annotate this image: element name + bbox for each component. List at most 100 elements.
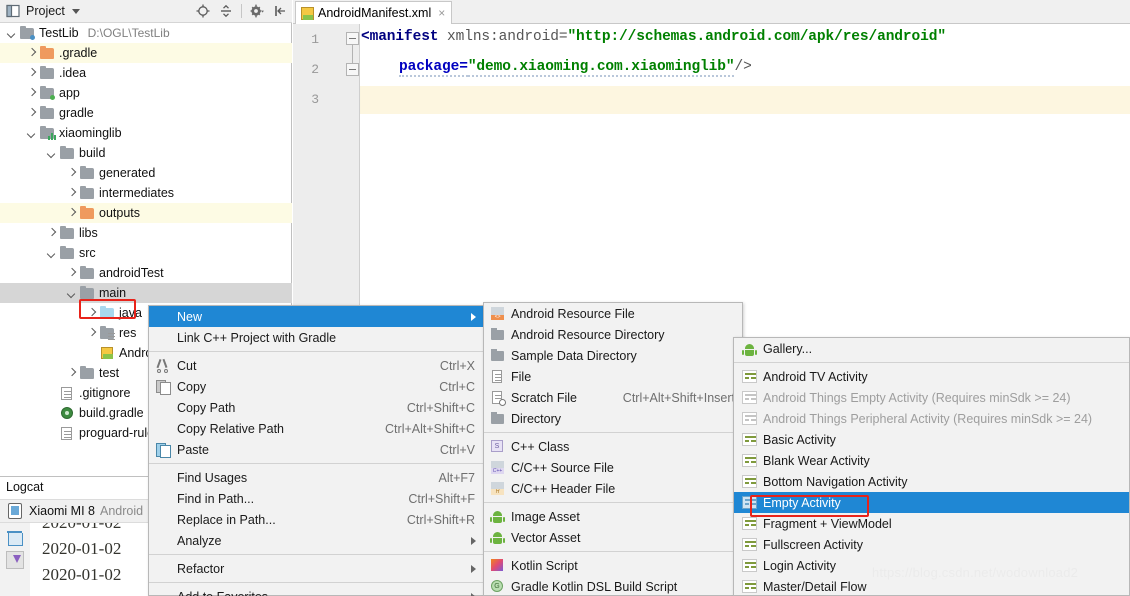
project-panel-title: Project	[26, 4, 65, 18]
android-resource-file-icon: <>	[490, 306, 505, 321]
menu-item-label: C/C++ Source File	[511, 460, 614, 475]
chevron-right-icon[interactable]	[66, 188, 77, 199]
menu-item-refactor[interactable]: Refactor	[149, 558, 484, 579]
chevron-down-icon[interactable]	[6, 28, 17, 39]
menu-item-c-c++-header-file[interactable]: H C/C++ Header File	[484, 478, 742, 499]
tree-item-gradle[interactable]: .gradle	[0, 43, 292, 63]
menu-item-scratch-file[interactable]: Scratch File Ctrl+Alt+Shift+Insert	[484, 387, 742, 408]
tree-item-idea[interactable]: .idea	[0, 63, 292, 83]
menu-item-blank-wear-activity[interactable]: Blank Wear Activity	[734, 450, 1129, 471]
chevron-right-icon[interactable]	[66, 168, 77, 179]
menu-item-copy[interactable]: Copy Ctrl+C	[149, 376, 484, 397]
menu-item-add-to-favorites[interactable]: Add to Favorites	[149, 586, 484, 596]
menu-item-android-resource-directory[interactable]: Android Resource Directory	[484, 324, 742, 345]
menu-item-gradle-kotlin-dsl-build-script[interactable]: G Gradle Kotlin DSL Build Script	[484, 576, 742, 596]
tree-item-intermediates[interactable]: intermediates	[0, 183, 292, 203]
tree-item-label: res	[119, 326, 137, 340]
folder-icon	[490, 411, 505, 426]
context-menu-activity-submenu[interactable]: Gallery... Android TV Activity Android Thi…	[733, 337, 1130, 596]
menu-item-paste[interactable]: Paste Ctrl+V	[149, 439, 484, 460]
context-menu-new-submenu[interactable]: <> Android Resource File Android Resource …	[483, 302, 743, 596]
menu-item-vector-asset[interactable]: Vector Asset	[484, 527, 742, 548]
tree-item-label: libs	[79, 226, 98, 240]
tree-item-build[interactable]: build	[0, 143, 292, 163]
settings-gear-icon[interactable]	[249, 3, 265, 19]
chevron-down-icon[interactable]	[26, 128, 37, 139]
tree-item-main[interactable]: main	[0, 283, 292, 303]
folder-grey	[79, 185, 95, 201]
close-icon[interactable]: ×	[438, 6, 445, 20]
menu-item-android-resource-file[interactable]: <> Android Resource File	[484, 303, 742, 324]
menu-item-shortcut: Alt+F7	[438, 470, 475, 485]
trash-icon[interactable]	[7, 531, 23, 546]
tree-item-generated[interactable]: generated	[0, 163, 292, 183]
chevron-right-icon[interactable]	[46, 228, 57, 239]
fold-toggle-icon[interactable]	[346, 32, 359, 45]
menu-item-replace-in-path[interactable]: Replace in Path... Ctrl+Shift+R	[149, 509, 484, 530]
context-menu[interactable]: New Link C++ Project with Gradle Cut Ctrl+X…	[148, 305, 485, 596]
chevron-right-icon[interactable]	[66, 368, 77, 379]
chevron-right-icon[interactable]	[86, 308, 97, 319]
menu-item-label: Cut	[177, 358, 197, 373]
tree-item-libs[interactable]: libs	[0, 223, 292, 243]
menu-item-find-in-path[interactable]: Find in Path... Ctrl+Shift+F	[149, 488, 484, 509]
chevron-down-icon[interactable]	[71, 8, 80, 14]
chevron-right-icon[interactable]	[26, 88, 37, 99]
menu-separator	[149, 554, 484, 555]
menu-item-copy-relative-path[interactable]: Copy Relative Path Ctrl+Alt+Shift+C	[149, 418, 484, 439]
menu-item-label: Directory	[511, 411, 562, 426]
folder-grey	[79, 285, 95, 301]
menu-item-file[interactable]: File	[484, 366, 742, 387]
template-icon	[742, 475, 757, 488]
menu-item-kotlin-script[interactable]: Kotlin Script	[484, 555, 742, 576]
chevron-down-icon[interactable]	[66, 288, 77, 299]
tab-androidmanifest-xml[interactable]: AndroidManifest.xml ×	[295, 1, 453, 24]
tree-item-xiaominglib[interactable]: xiaominglib	[0, 123, 292, 143]
tree-item-outputs[interactable]: outputs	[0, 203, 292, 223]
chevron-right-icon[interactable]	[26, 108, 37, 119]
tree-item-androidtest[interactable]: androidTest	[0, 263, 292, 283]
menu-item-fragment-+-viewmodel[interactable]: Fragment + ViewModel	[734, 513, 1129, 534]
folder-module	[39, 85, 55, 101]
menu-item-c++-class[interactable]: S C++ Class	[484, 436, 742, 457]
chevron-right-icon[interactable]	[66, 268, 77, 279]
menu-item-label: Kotlin Script	[511, 558, 578, 573]
menu-item-analyze[interactable]: Analyze	[149, 530, 484, 551]
tree-item-testlib[interactable]: TestLib D:\OGL\TestLib	[0, 23, 292, 43]
menu-item-find-usages[interactable]: Find Usages Alt+F7	[149, 467, 484, 488]
collapse-all-icon[interactable]	[218, 3, 234, 19]
menu-item-bottom-navigation-activity[interactable]: Bottom Navigation Activity	[734, 471, 1129, 492]
chevron-right-icon[interactable]	[66, 208, 77, 219]
hide-panel-icon[interactable]	[272, 3, 288, 19]
line-number: 3	[311, 92, 319, 107]
menu-item-label: Refactor	[177, 561, 225, 576]
chevron-down-icon[interactable]	[46, 248, 57, 259]
menu-item-fullscreen-activity[interactable]: Fullscreen Activity	[734, 534, 1129, 555]
menu-item-new[interactable]: New	[149, 306, 484, 327]
tree-item-src[interactable]: src	[0, 243, 292, 263]
menu-item-link-c++-project-with-gradle[interactable]: Link C++ Project with Gradle	[149, 327, 484, 348]
menu-item-empty-activity[interactable]: Empty Activity	[734, 492, 1129, 513]
menu-item-cut[interactable]: Cut Ctrl+X	[149, 355, 484, 376]
menu-item-c-c++-source-file[interactable]: C++ C/C++ Source File	[484, 457, 742, 478]
menu-item-copy-path[interactable]: Copy Path Ctrl+Shift+C	[149, 397, 484, 418]
menu-item-sample-data-directory[interactable]: Sample Data Directory	[484, 345, 742, 366]
menu-item-basic-activity[interactable]: Basic Activity	[734, 429, 1129, 450]
tree-item-app[interactable]: app	[0, 83, 292, 103]
menu-item-image-asset[interactable]: Image Asset	[484, 506, 742, 527]
locate-icon[interactable]	[195, 3, 211, 19]
download-icon[interactable]	[6, 551, 24, 569]
tree-item-gradle[interactable]: gradle	[0, 103, 292, 123]
folder-res	[99, 325, 115, 341]
fold-toggle-icon[interactable]	[346, 63, 359, 76]
tree-item-label: generated	[99, 166, 156, 180]
menu-item-gallery[interactable]: Gallery...	[734, 338, 1129, 359]
chevron-right-icon[interactable]	[26, 48, 37, 59]
menu-item-android-things-empty-activity-requires-minsdk-24: Android Things Empty Activity (Requires …	[734, 387, 1129, 408]
chevron-right-icon[interactable]	[26, 68, 37, 79]
folder-grey	[39, 105, 55, 121]
chevron-right-icon[interactable]	[86, 328, 97, 339]
chevron-down-icon[interactable]	[46, 148, 57, 159]
menu-item-directory[interactable]: Directory	[484, 408, 742, 429]
menu-item-android-tv-activity[interactable]: Android TV Activity	[734, 366, 1129, 387]
